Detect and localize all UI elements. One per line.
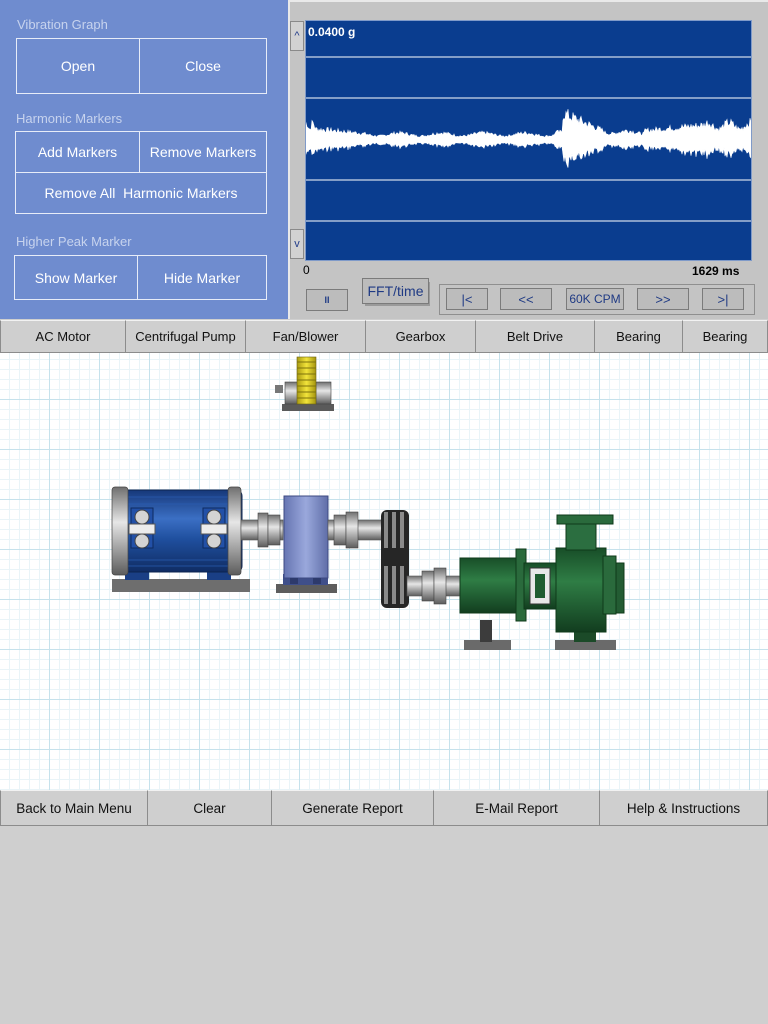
component-toolbar: AC Motor Centrifugal Pump Fan/Blower Gea… — [0, 320, 768, 353]
last-frame-button[interactable]: >| — [702, 288, 744, 310]
generate-report-button[interactable]: Generate Report — [271, 790, 434, 826]
vibration-graph-title: Vibration Graph — [17, 17, 108, 32]
machine-train-drawing — [111, 356, 625, 650]
action-toolbar: Back to Main Menu Clear Generate Report … — [0, 790, 768, 826]
scroll-up-button[interactable]: ^ — [290, 21, 304, 51]
add-ac-motor-button[interactable]: AC Motor — [0, 320, 126, 353]
pause-button[interactable]: II — [306, 289, 348, 311]
coupling-component — [240, 512, 284, 548]
machine-layout-canvas[interactable] — [0, 353, 768, 790]
help-instructions-button[interactable]: Help & Instructions — [599, 790, 768, 826]
higher-peak-marker-title: Higher Peak Marker — [16, 234, 132, 249]
add-centrifugal-pump-button[interactable]: Centrifugal Pump — [125, 320, 246, 353]
back-to-main-menu-button[interactable]: Back to Main Menu — [0, 790, 148, 826]
remove-markers-button[interactable]: Remove Markers — [139, 131, 267, 173]
control-panel: Vibration Graph Open Close Harmonic Mark… — [0, 0, 288, 319]
remove-all-harmonic-markers-button[interactable]: Remove All Harmonic Markers — [15, 172, 267, 214]
email-report-button[interactable]: E-Mail Report — [433, 790, 600, 826]
show-marker-button[interactable]: Show Marker — [14, 255, 138, 300]
empty-footer-area — [0, 826, 768, 1024]
gearbox-component — [276, 495, 337, 593]
close-graph-button[interactable]: Close — [139, 38, 267, 94]
open-graph-button[interactable]: Open — [16, 38, 140, 94]
add-markers-button[interactable]: Add Markers — [15, 131, 140, 173]
add-gearbox-button[interactable]: Gearbox — [365, 320, 476, 353]
x-axis-start-label: 0 — [303, 263, 310, 277]
coupling-component-3 — [406, 567, 463, 605]
amplitude-label: 0.0400 g — [308, 25, 356, 39]
first-frame-button[interactable]: |< — [446, 288, 488, 310]
ac-motor-component — [111, 486, 250, 592]
belt-drive-component — [381, 510, 409, 608]
sensor-bearing-component — [275, 356, 334, 411]
next-frame-button[interactable]: >> — [637, 288, 689, 310]
frequency-range-button[interactable]: 60K CPM — [566, 288, 624, 310]
add-fan-blower-button[interactable]: Fan/Blower — [245, 320, 366, 353]
coupling-component-2 — [327, 511, 384, 549]
scroll-down-button[interactable]: v — [290, 229, 304, 259]
x-axis-end-label: 1629 ms — [692, 264, 740, 278]
add-belt-drive-button[interactable]: Belt Drive — [475, 320, 595, 353]
fft-time-toggle-button[interactable]: FFT/time — [362, 278, 429, 304]
hide-marker-button[interactable]: Hide Marker — [137, 255, 267, 300]
clear-button[interactable]: Clear — [147, 790, 272, 826]
vibration-waveform-plot — [305, 20, 752, 261]
centrifugal-pump-component — [459, 514, 625, 650]
harmonic-markers-title: Harmonic Markers — [16, 111, 123, 126]
add-bearing-button[interactable]: Bearing — [594, 320, 683, 353]
pause-icon: II — [324, 295, 330, 305]
previous-frame-button[interactable]: << — [500, 288, 552, 310]
add-bearing-button-2[interactable]: Bearing — [682, 320, 768, 353]
